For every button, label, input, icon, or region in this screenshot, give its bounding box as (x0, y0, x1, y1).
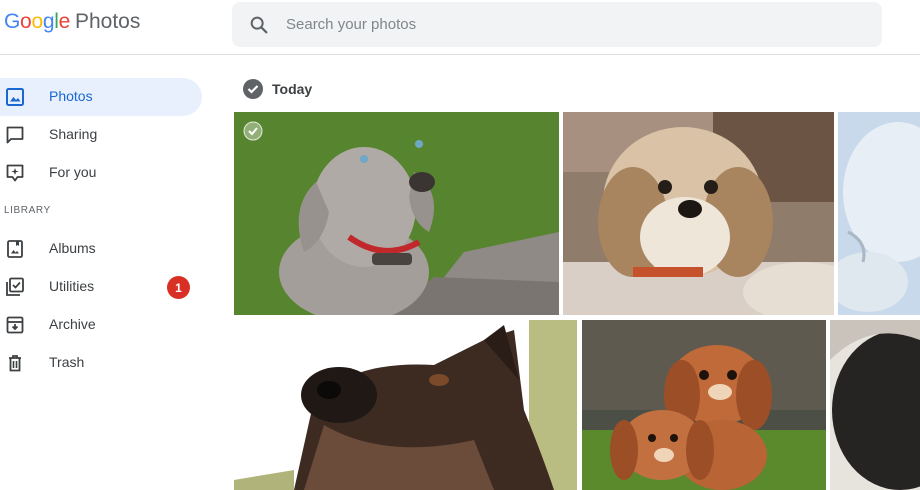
library-section-label: LIBRARY (4, 205, 51, 216)
dog-photo-image (234, 112, 559, 315)
sidebar-item-label: Albums (49, 240, 96, 256)
photo-grid: Today (232, 56, 920, 490)
date-group-header: Today (242, 77, 312, 101)
sidebar-item-for-you[interactable]: For you (0, 154, 202, 192)
sidebar-item-label: Trash (49, 354, 85, 370)
photo-shih-tzu[interactable] (563, 112, 834, 315)
sidebar-item-albums[interactable]: Albums (0, 230, 202, 268)
search-icon[interactable] (248, 14, 270, 36)
dog-photo-image (234, 320, 577, 490)
sidebar-item-label: Photos (49, 88, 93, 104)
sidebar-item-utilities[interactable]: Utilities 1 (0, 268, 202, 306)
sidebar-item-trash[interactable]: Trash (0, 344, 202, 382)
select-all-check-icon[interactable] (242, 78, 264, 100)
photo-doberman[interactable] (234, 320, 577, 490)
photo-white-puppy-partial[interactable] (838, 112, 920, 315)
photo-dark-dog-partial[interactable] (830, 320, 920, 490)
archive-icon (6, 316, 24, 334)
dog-photo-image (563, 112, 834, 315)
sidebar-item-label: Utilities (49, 278, 95, 294)
logo-letter: e (58, 10, 71, 33)
google-photos-logo[interactable]: G o o g l e Photos (4, 10, 140, 38)
search-bar[interactable] (232, 2, 882, 47)
trash-icon (9, 355, 21, 372)
dog-photo-image (830, 320, 920, 490)
sparkle-icon (6, 164, 24, 182)
sidebar-item-label: Archive (49, 316, 96, 332)
sidebar-item-label: For you (49, 164, 97, 180)
search-input[interactable] (286, 2, 866, 47)
date-label: Today (272, 81, 313, 97)
sidebar-item-sharing[interactable]: Sharing (0, 116, 202, 154)
sidebar: Photos Sharing For you LIBRARY Albums Ut… (0, 56, 220, 490)
product-name: Photos (74, 10, 141, 33)
photo-weimaraner-puppy[interactable] (234, 112, 559, 315)
logo-letter: G (4, 10, 21, 33)
album-icon (7, 240, 23, 258)
select-photo-check-icon[interactable] (243, 121, 263, 141)
logo-letter: o (20, 10, 32, 33)
sidebar-item-label: Sharing (49, 126, 98, 142)
chat-bubble-icon (6, 126, 24, 144)
app-header: G o o g l e Photos (0, 0, 920, 55)
logo-letter: g (42, 10, 55, 33)
photo-cavalier-puppies[interactable] (582, 320, 826, 490)
photo-icon (6, 88, 24, 106)
dog-photo-image (582, 320, 826, 490)
checklist-icon (6, 277, 24, 296)
dog-photo-image (838, 112, 920, 315)
logo-letter: o (31, 10, 43, 33)
sidebar-item-photos[interactable]: Photos (0, 78, 202, 116)
notification-badge: 1 (167, 276, 190, 299)
sidebar-item-archive[interactable]: Archive (0, 306, 202, 344)
